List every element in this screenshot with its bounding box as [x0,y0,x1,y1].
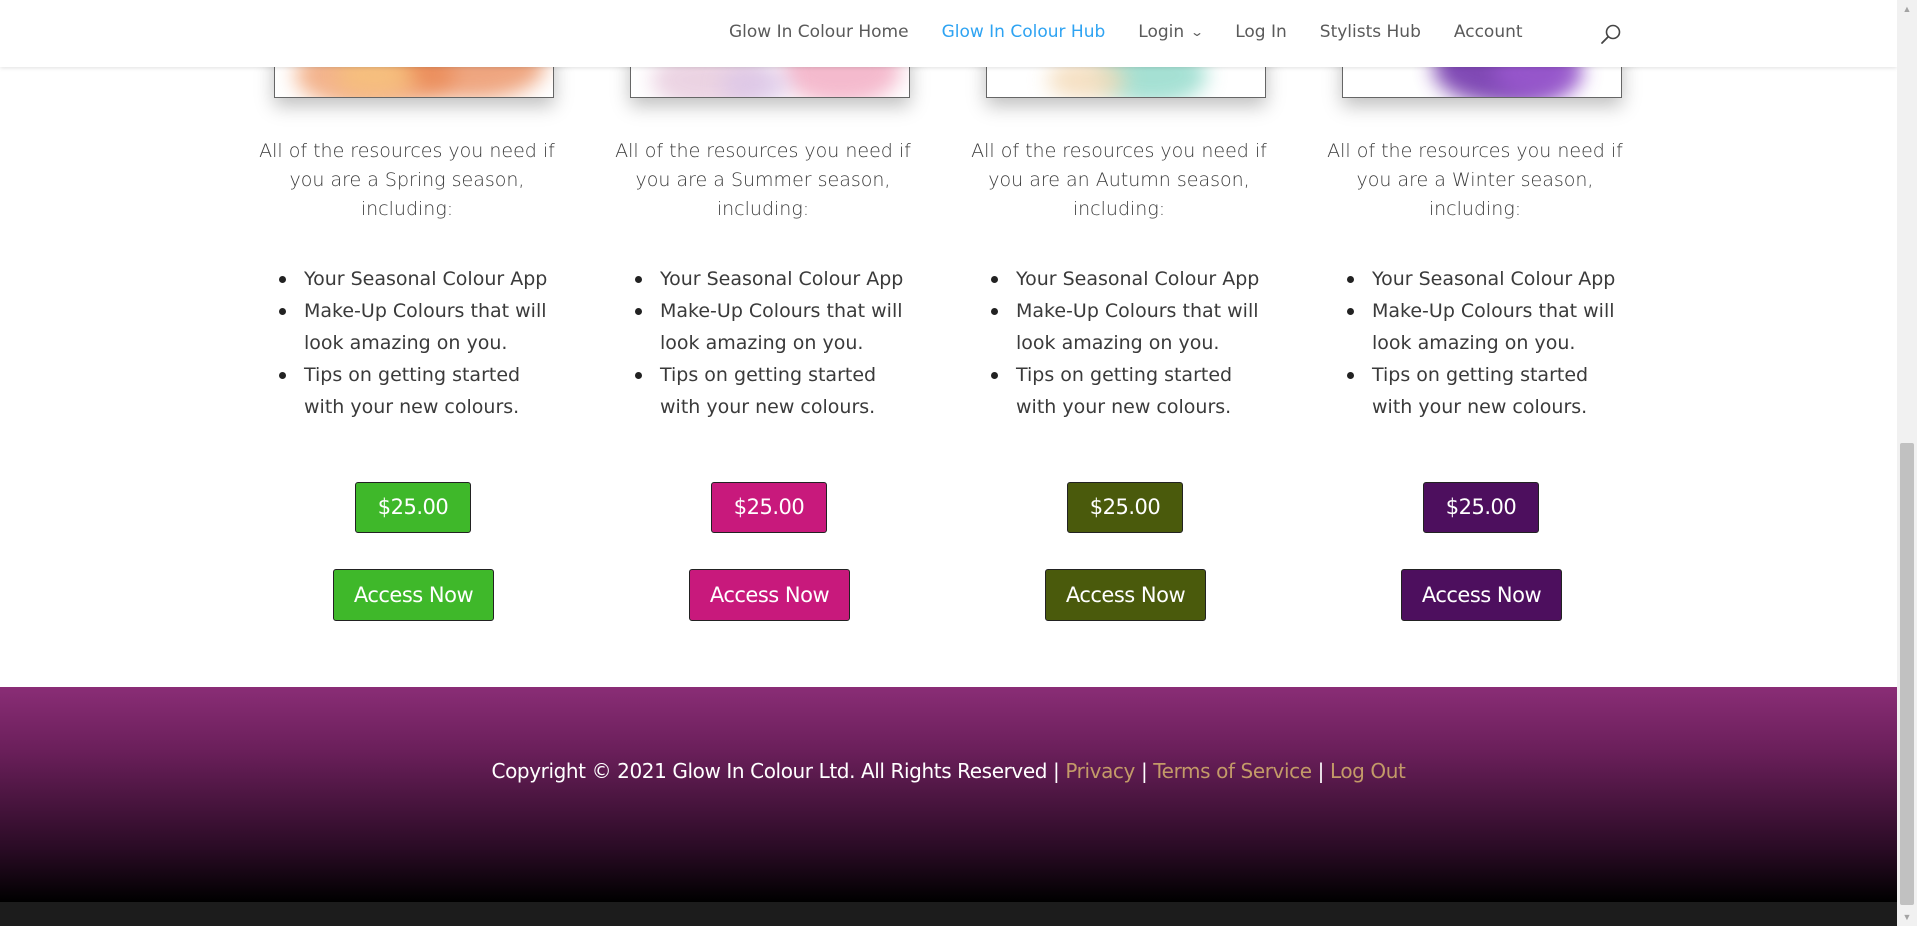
log-out-link[interactable]: Log Out [1330,759,1406,783]
bottom-bar [0,902,1897,926]
nav-item-label: Log In [1235,22,1287,42]
feature-list: Your Seasonal Colour App Make-Up Colours… [631,263,911,423]
nav-item-label: Glow In Colour Home [729,22,909,42]
season-description: All of the resources you need if you are… [615,140,911,220]
nav-item-stylists-hub[interactable]: Stylists Hub [1320,22,1421,42]
scrollbar[interactable]: ▲ ▼ [1897,0,1917,926]
copyright-text: Copyright © 2021 Glow In Colour Ltd. All… [491,759,1048,783]
feature-list: Your Seasonal Colour App Make-Up Colours… [987,263,1267,423]
access-now-button[interactable]: Access Now [689,569,850,621]
list-item: Tips on getting started with your new co… [275,359,555,423]
nav-item-account[interactable]: Account [1454,22,1523,42]
chevron-down-icon: ⌄ [1190,25,1205,39]
access-now-button[interactable]: Access Now [1401,569,1562,621]
nav-item-glow-in-colour-home[interactable]: Glow In Colour Home [729,22,909,42]
list-item: Your Seasonal Colour App [987,263,1267,295]
price-badge: $25.00 [1067,482,1183,533]
list-item: Your Seasonal Colour App [275,263,555,295]
nav-item-label: Account [1453,22,1523,42]
nav-item-label: Login [1138,22,1185,42]
page: All of the resources you need if you are… [0,0,1897,926]
nav-item-glow-in-colour-hub[interactable]: Glow In Colour Hub [942,22,1106,42]
separator: | [1317,759,1325,783]
list-item: Make-Up Colours that will look amazing o… [275,295,555,359]
nav-item-log-in[interactable]: Log In [1235,22,1287,42]
list-item: Your Seasonal Colour App [631,263,911,295]
footer-bar: Copyright © 2021 Glow In Colour Ltd. All… [0,759,1897,783]
main-menu: Glow In Colour Home Glow In Colour Hub L… [729,22,1556,42]
top-navigation-bar: Glow In Colour Home Glow In Colour Hub L… [0,0,1897,67]
price-badge: $25.00 [1423,482,1539,533]
list-item: Tips on getting started with your new co… [631,359,911,423]
list-item: Make-Up Colours that will look amazing o… [1343,295,1623,359]
privacy-link[interactable]: Privacy [1065,759,1135,783]
list-item: Make-Up Colours that will look amazing o… [631,295,911,359]
list-item: Tips on getting started with your new co… [987,359,1267,423]
list-item: Your Seasonal Colour App [1343,263,1623,295]
search-icon[interactable] [1600,24,1622,46]
separator: | [1140,759,1148,783]
feature-list: Your Seasonal Colour App Make-Up Colours… [1343,263,1623,423]
access-now-button[interactable]: Access Now [1045,569,1206,621]
nav-item-label: Stylists Hub [1319,22,1421,42]
terms-of-service-link[interactable]: Terms of Service [1153,759,1312,783]
list-item: Tips on getting started with your new co… [1343,359,1623,423]
scroll-down-arrow-icon[interactable]: ▼ [1897,908,1917,926]
nav-item-label: Glow In Colour Hub [941,22,1106,42]
season-description: All of the resources you need if you are… [971,140,1267,220]
scroll-up-arrow-icon[interactable]: ▲ [1897,0,1917,18]
price-badge: $25.00 [711,482,827,533]
separator: | [1053,759,1060,783]
access-now-button[interactable]: Access Now [333,569,494,621]
season-description: All of the resources you need if you are… [259,140,555,220]
list-item: Make-Up Colours that will look amazing o… [987,295,1267,359]
nav-item-login[interactable]: Login ⌄ [1138,22,1205,42]
scroll-thumb[interactable] [1900,443,1914,905]
price-badge: $25.00 [355,482,471,533]
feature-list: Your Seasonal Colour App Make-Up Colours… [275,263,555,423]
footer: Copyright © 2021 Glow In Colour Ltd. All… [0,687,1897,902]
season-description: All of the resources you need if you are… [1327,140,1623,220]
